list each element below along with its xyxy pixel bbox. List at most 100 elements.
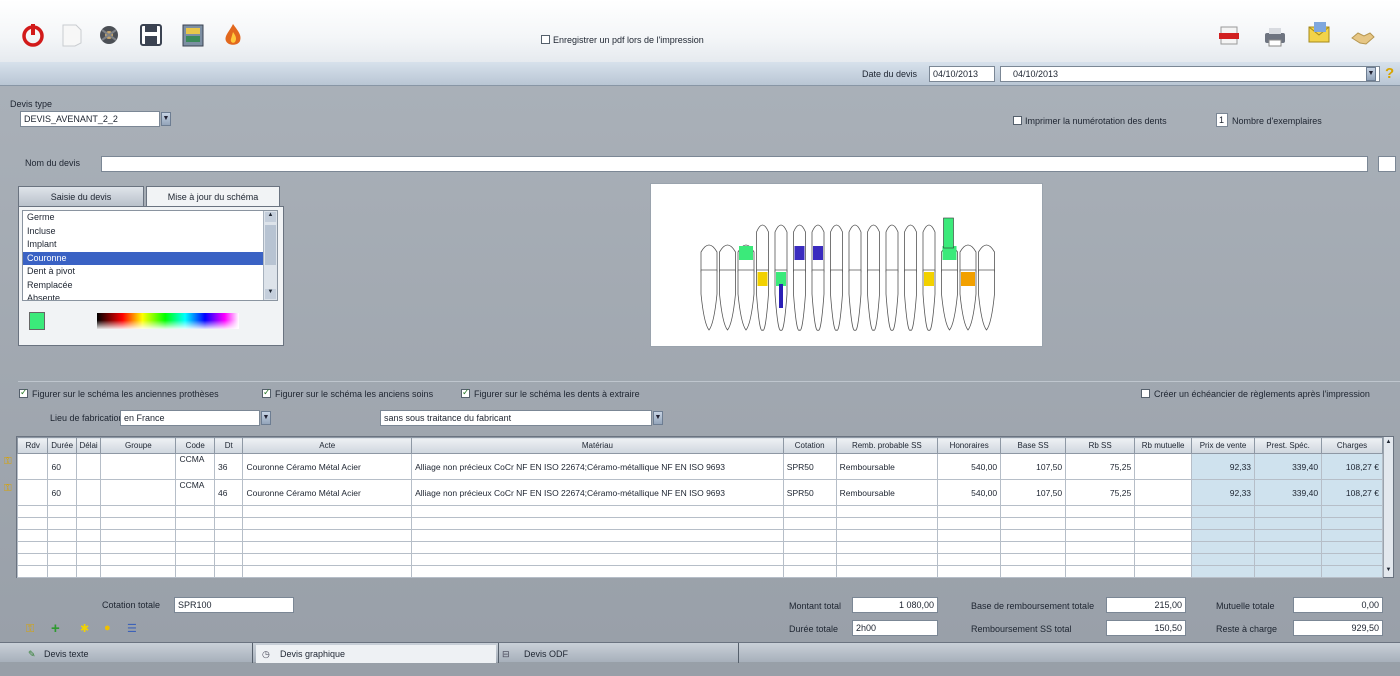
cell-code[interactable]: CCMA — [175, 453, 216, 480]
gear-icon[interactable] — [96, 22, 122, 48]
tab-devis-texte[interactable]: ✎ Devis texte — [20, 645, 250, 663]
empty-cell[interactable] — [411, 505, 784, 518]
empty-cell[interactable] — [175, 565, 216, 578]
empty-cell[interactable] — [1191, 541, 1256, 554]
copies-field[interactable]: 1 — [1216, 113, 1228, 127]
empty-cell[interactable] — [1254, 541, 1323, 554]
devis-type-dropdown[interactable]: ▼ — [161, 112, 171, 126]
empty-cell[interactable] — [47, 565, 77, 578]
column-header[interactable]: Rb mutuelle — [1134, 437, 1193, 454]
power-icon[interactable] — [20, 22, 46, 48]
empty-cell[interactable] — [214, 529, 244, 542]
cell-materiau[interactable]: Alliage non précieux CoCr NF EN ISO 2267… — [411, 453, 784, 480]
empty-cell[interactable] — [16, 505, 49, 518]
column-header[interactable]: Rdv — [16, 437, 49, 454]
empty-cell[interactable] — [782, 541, 837, 554]
empty-cell[interactable] — [1000, 541, 1067, 554]
cell-delai[interactable] — [75, 453, 102, 480]
column-header[interactable]: Code — [175, 437, 216, 454]
cell-materiau[interactable]: Alliage non précieux CoCr NF EN ISO 2267… — [411, 479, 784, 506]
flame-icon[interactable] — [220, 22, 246, 48]
handshake-icon[interactable] — [1350, 24, 1376, 50]
empty-cell[interactable] — [16, 553, 49, 566]
empty-cell[interactable] — [75, 553, 102, 566]
tab-saisie-devis[interactable]: Saisie du devis — [18, 186, 144, 207]
empty-cell[interactable] — [411, 565, 784, 578]
empty-cell[interactable] — [16, 541, 49, 554]
cell-prix-vente[interactable]: 92,33 — [1191, 453, 1256, 480]
save-icon[interactable] — [138, 22, 164, 48]
empty-cell[interactable] — [1000, 553, 1067, 566]
empty-cell[interactable] — [1134, 565, 1193, 578]
empty-cell[interactable] — [1134, 517, 1193, 530]
tooth-state-item[interactable]: Dent à pivot — [23, 265, 277, 279]
column-header[interactable]: Prix de vente — [1191, 437, 1256, 454]
empty-row[interactable] — [16, 505, 1383, 518]
empty-cell[interactable] — [1000, 517, 1067, 530]
column-header[interactable]: Acte — [242, 437, 413, 454]
empty-cell[interactable] — [100, 541, 177, 554]
tooth-state-item[interactable]: Germe — [23, 211, 277, 225]
subcontract-select[interactable]: sans sous traitance du fabricant — [380, 410, 652, 426]
tooth-state-list[interactable]: Germe Incluse Implant Couronne Dent à pivot R… — [22, 210, 278, 301]
empty-cell[interactable] — [75, 505, 102, 518]
cell-acte[interactable]: Couronne Céramo Métal Acier — [242, 479, 413, 506]
empty-cell[interactable] — [1065, 505, 1136, 518]
star-icon[interactable]: ✱ — [80, 622, 89, 635]
empty-cell[interactable] — [75, 529, 102, 542]
cell-groupe[interactable] — [100, 453, 177, 480]
empty-cell[interactable] — [411, 529, 784, 542]
table-row[interactable]: 60 CCMA 46 Couronne Céramo Métal Acier Allia… — [16, 479, 1383, 506]
empty-cell[interactable] — [1321, 541, 1383, 554]
tooth-state-item[interactable]: Couronne — [23, 251, 277, 265]
empty-cell[interactable] — [1321, 529, 1383, 542]
column-header[interactable]: Matériau — [411, 437, 784, 454]
cell-duree[interactable]: 60 — [47, 479, 77, 506]
empty-cell[interactable] — [100, 553, 177, 566]
devis-type-select[interactable]: DEVIS_AVENANT_2_2 — [20, 111, 160, 127]
mail-icon[interactable] — [1306, 20, 1332, 46]
column-header[interactable]: Durée — [47, 437, 77, 454]
empty-cell[interactable] — [411, 517, 784, 530]
save-pdf-checkbox[interactable] — [541, 35, 550, 44]
empty-cell[interactable] — [100, 505, 177, 518]
empty-cell[interactable] — [1065, 529, 1136, 542]
empty-cell[interactable] — [835, 505, 939, 518]
empty-cell[interactable] — [937, 505, 1002, 518]
column-header[interactable]: Dt — [214, 437, 244, 454]
empty-cell[interactable] — [1134, 553, 1193, 566]
empty-cell[interactable] — [1191, 565, 1256, 578]
empty-cell[interactable] — [75, 517, 102, 530]
column-header[interactable]: Prest. Spéc. — [1254, 437, 1323, 454]
column-header[interactable]: Rb SS — [1065, 437, 1136, 454]
column-header[interactable]: Cotation — [782, 437, 837, 454]
state-list-scrollbar[interactable]: ▲ ▼ — [263, 211, 277, 300]
empty-cell[interactable] — [100, 517, 177, 530]
teeth-extract-checkbox[interactable] — [461, 387, 470, 398]
empty-cell[interactable] — [1134, 505, 1193, 518]
empty-cell[interactable] — [782, 529, 837, 542]
empty-cell[interactable] — [1254, 553, 1323, 566]
payment-schedule-checkbox[interactable] — [1141, 389, 1150, 398]
grid-scrollbar[interactable]: ▲ ▼ — [1383, 437, 1393, 577]
empty-cell[interactable] — [835, 553, 939, 566]
empty-cell[interactable] — [175, 553, 216, 566]
column-header[interactable]: Groupe — [100, 437, 177, 454]
empty-cell[interactable] — [242, 517, 413, 530]
empty-cell[interactable] — [835, 541, 939, 554]
empty-cell[interactable] — [1191, 529, 1256, 542]
empty-cell[interactable] — [937, 541, 1002, 554]
empty-cell[interactable] — [214, 505, 244, 518]
empty-cell[interactable] — [175, 529, 216, 542]
empty-cell[interactable] — [1065, 517, 1136, 530]
empty-cell[interactable] — [75, 541, 102, 554]
cell-cotation[interactable]: SPR50 — [782, 453, 837, 480]
color-spectrum-picker[interactable] — [97, 313, 239, 329]
empty-cell[interactable] — [242, 553, 413, 566]
fabrication-select[interactable]: en France — [120, 410, 260, 426]
empty-cell[interactable] — [47, 553, 77, 566]
cell-prest[interactable]: 339,40 — [1254, 479, 1323, 506]
empty-cell[interactable] — [16, 565, 49, 578]
column-header[interactable]: Base SS — [1000, 437, 1067, 454]
empty-cell[interactable] — [1065, 541, 1136, 554]
